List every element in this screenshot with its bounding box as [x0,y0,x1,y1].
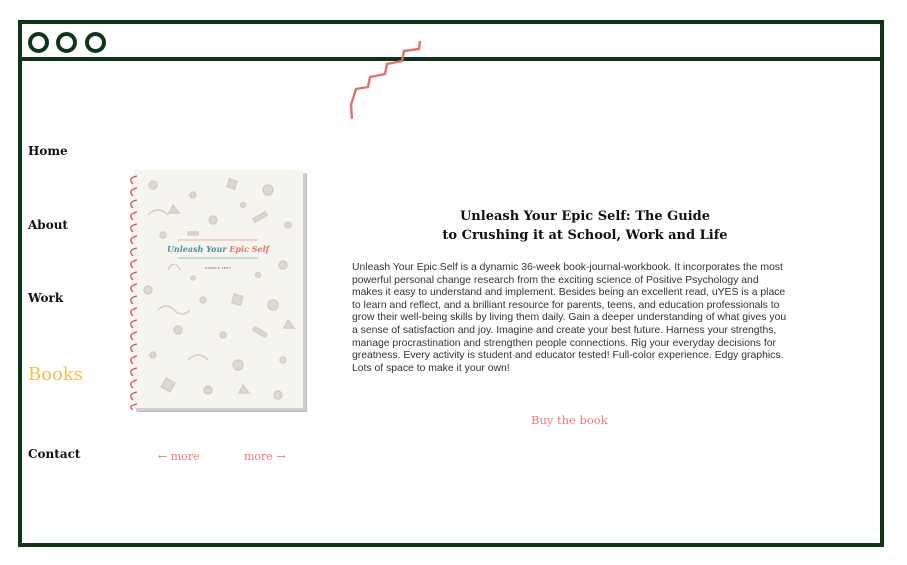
book-title: Unleash Your Epic Self: The Guide to Cru… [350,207,820,245]
circle-icon[interactable] [28,32,49,53]
cover-doodle-pattern-icon [143,177,296,400]
book-title-line: to Crushing it at School, Work and Life [442,228,728,243]
cover-title: Unleash Your Epic Self [166,244,270,254]
book-cover-page: Unleash Your Epic Self SAMPLE TEXT [133,170,303,408]
circle-icon[interactable] [56,32,77,53]
nav-item-work[interactable]: Work [28,291,63,305]
book-title-line: Unleash Your Epic Self: The Guide [459,209,711,224]
nav-item-contact[interactable]: Contact [28,447,80,461]
book-cover[interactable]: Unleash Your Epic Self SAMPLE TEXT [125,170,307,410]
buy-book-link[interactable]: Buy the book [531,413,608,427]
window-titlebar [22,24,880,61]
nav-item-books[interactable]: Books [28,364,83,385]
cover-subtitle: SAMPLE TEXT [205,266,231,270]
zigzag-decoration-icon [349,40,422,120]
previous-book-link[interactable]: ← more [158,450,200,463]
nav-item-about[interactable]: About [28,218,68,232]
next-book-link[interactable]: more → [244,450,286,463]
spiral-binding-icon [130,175,138,410]
book-description: Unleash Your Epic Self is a dynamic 36-w… [352,262,787,374]
circle-icon[interactable] [85,32,106,53]
nav-item-home[interactable]: Home [28,144,68,158]
